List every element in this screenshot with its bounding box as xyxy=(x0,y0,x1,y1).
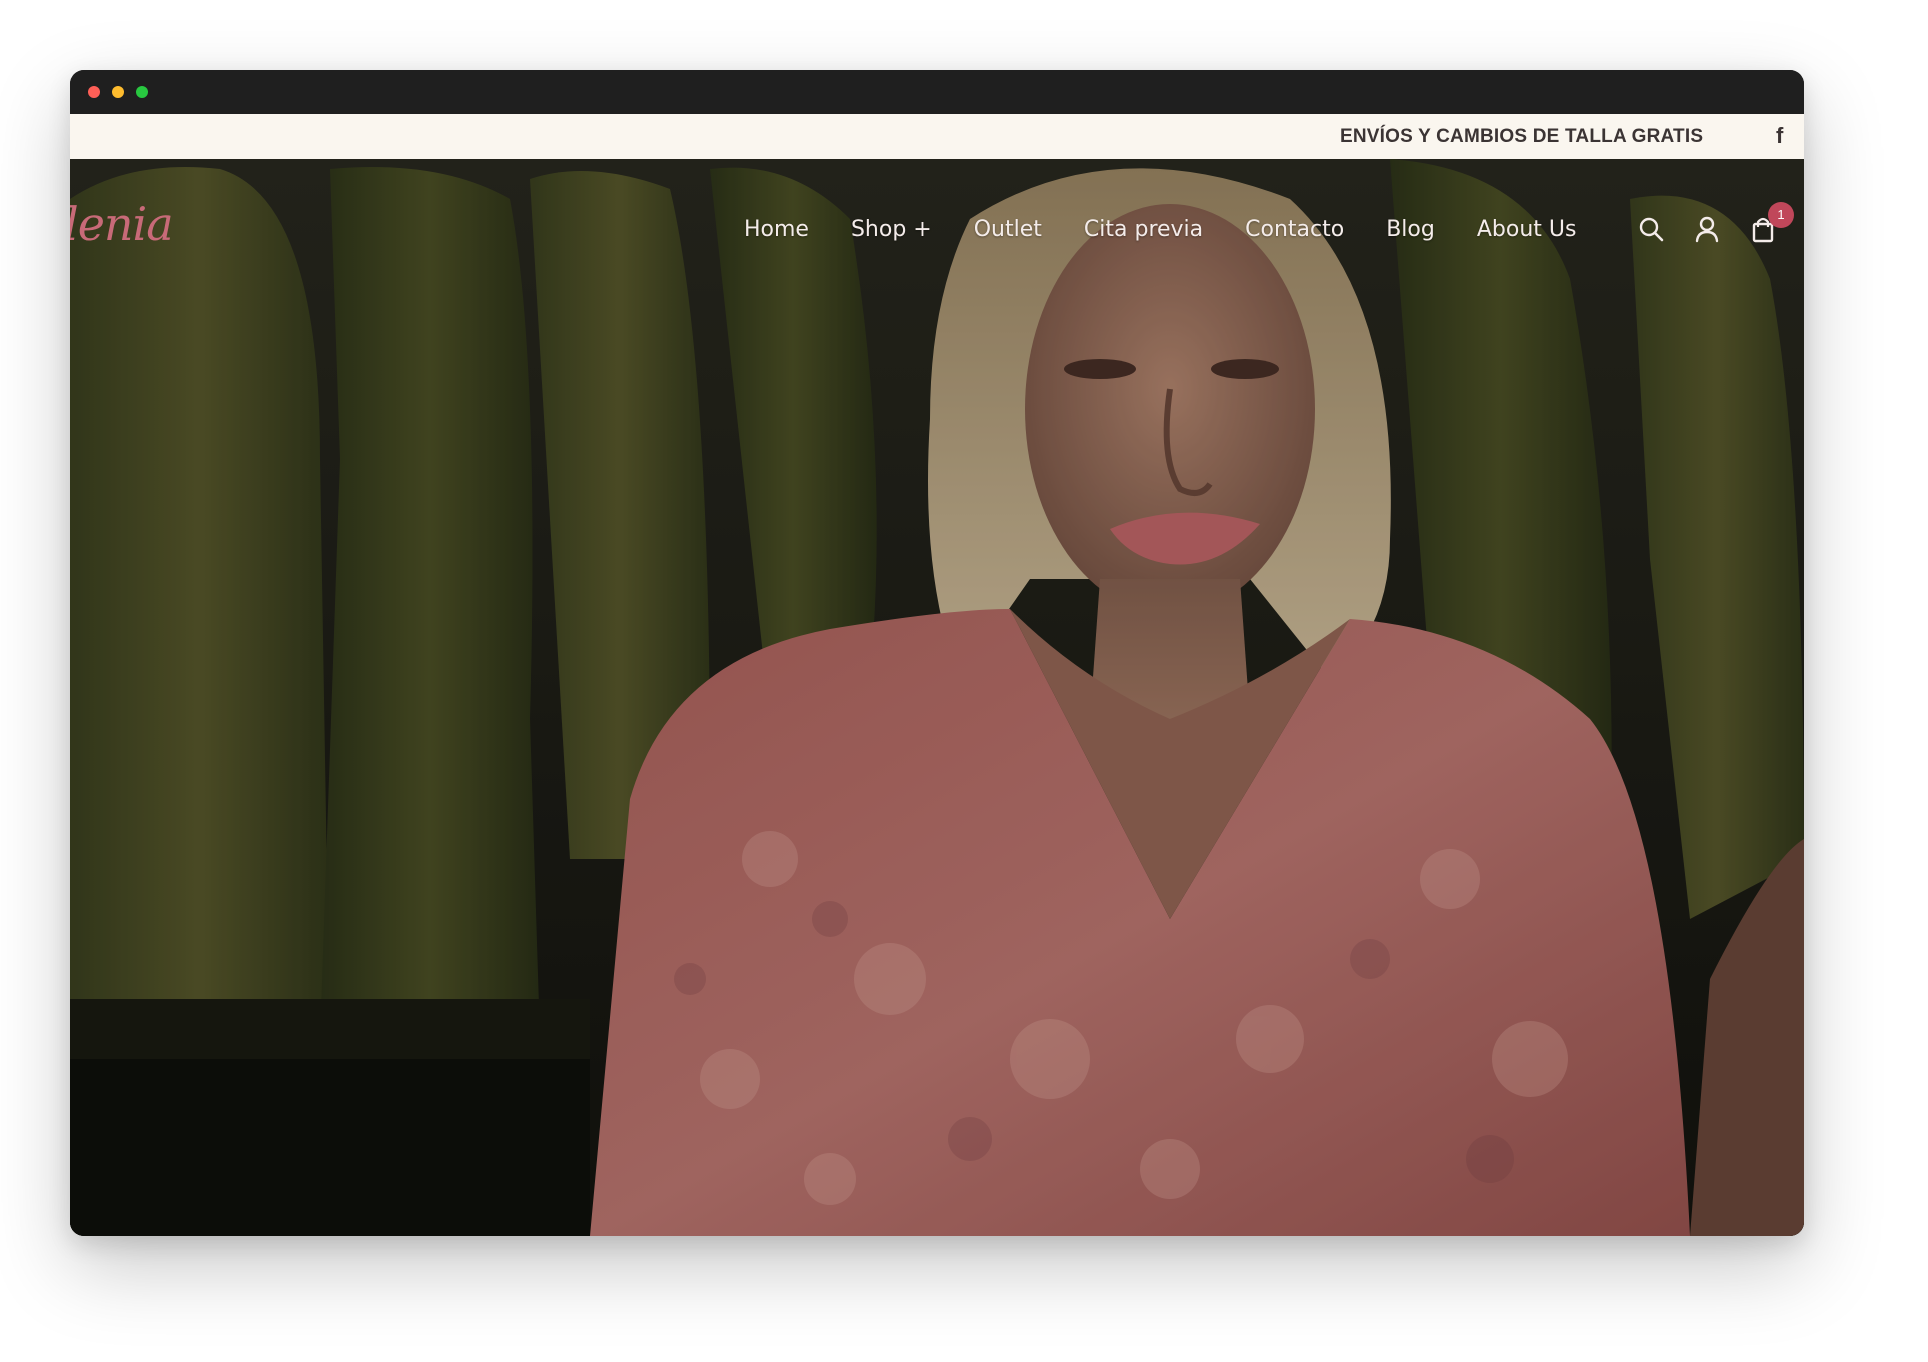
nav-item-cita-previa[interactable]: Cita previa xyxy=(1084,217,1203,242)
minimize-window-button[interactable] xyxy=(112,86,124,98)
window-titlebar xyxy=(70,70,1804,114)
cart-count-badge: 1 xyxy=(1768,202,1794,228)
nav-item-contacto[interactable]: Contacto xyxy=(1245,217,1344,242)
search-icon[interactable] xyxy=(1636,214,1666,244)
close-window-button[interactable] xyxy=(88,86,100,98)
nav-item-blog[interactable]: Blog xyxy=(1386,217,1435,242)
nav-item-home[interactable]: Home xyxy=(744,217,809,242)
site-logo[interactable]: lenia xyxy=(70,197,174,251)
announcement-text: ENVÍOS Y CAMBIOS DE TALLA GRATIS xyxy=(1340,126,1704,147)
shopping-bag-icon[interactable]: 1 xyxy=(1748,202,1794,244)
hero-background-image xyxy=(70,159,1804,1236)
hero-video[interactable]: lenia Home Shop + Outlet Cita previa Con… xyxy=(70,159,1804,1236)
nav-item-shop[interactable]: Shop + xyxy=(851,217,932,242)
nav-item-about-us[interactable]: About Us xyxy=(1477,217,1577,242)
main-navigation: Home Shop + Outlet Cita previa Contacto … xyxy=(744,209,1576,249)
browser-window: ENVÍOS Y CAMBIOS DE TALLA GRATIS f lenia… xyxy=(70,70,1804,1236)
announcement-bar: ENVÍOS Y CAMBIOS DE TALLA GRATIS f xyxy=(70,114,1804,159)
facebook-icon[interactable]: f xyxy=(1776,125,1790,147)
nav-item-outlet[interactable]: Outlet xyxy=(974,217,1042,242)
user-icon[interactable] xyxy=(1692,214,1722,244)
zoom-window-button[interactable] xyxy=(136,86,148,98)
header-icons: 1 xyxy=(1636,202,1794,247)
